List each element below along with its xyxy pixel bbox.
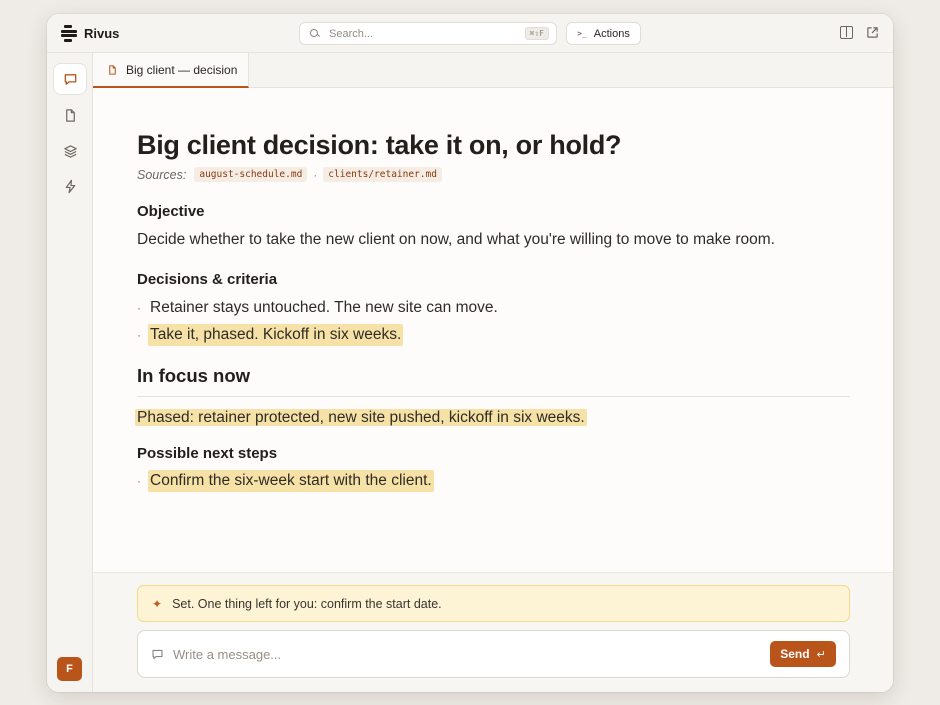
send-button-label: Send (780, 647, 810, 661)
document-view: Big client decision: take it on, or hold… (93, 88, 893, 572)
bolt-icon (65, 179, 75, 193)
list-item: · Take it, phased. Kickoff in six weeks. (137, 324, 850, 346)
search-input[interactable]: Search... (329, 28, 525, 40)
focus-text: Phased: retainer protected, new site pus… (135, 409, 587, 426)
sidebar-item-documents[interactable] (54, 100, 86, 130)
enter-icon: ↵ (816, 648, 826, 661)
list-item: · Retainer stays untouched. The new site… (137, 297, 850, 319)
sources-line: Sources: august-schedule.md · clients/re… (137, 167, 850, 182)
app-name: Rivus (84, 25, 120, 41)
open-external-icon[interactable] (866, 26, 879, 39)
document-icon (65, 108, 75, 122)
app-window: Rivus Search... ⌘⇧F >_ Actions F Big cli… (47, 14, 893, 692)
actions-button-label: Actions (593, 27, 630, 40)
highlighted-decision: Take it, phased. Kickoff in six weeks. (148, 324, 404, 346)
search-icon (310, 28, 320, 39)
sidebar-item-automations[interactable] (54, 171, 86, 201)
notice-text: Set. One thing left for you: confirm the… (172, 596, 442, 611)
list-item: · Confirm the six-week start with the cl… (137, 470, 850, 492)
document-icon (109, 64, 116, 75)
objective-text: Decide whether to take the new client on… (137, 231, 775, 248)
sidebar-item-layers[interactable] (54, 136, 86, 166)
title-bar: Rivus Search... ⌘⇧F >_ Actions (47, 14, 893, 53)
layers-icon (63, 144, 77, 158)
sources-label: Sources: (137, 167, 187, 182)
message-input[interactable] (173, 646, 849, 662)
focus-heading: In focus now (137, 365, 850, 397)
composer-area: ✦ Set. One thing left for you: confirm t… (93, 572, 893, 692)
sidebar: F (47, 53, 93, 692)
search-shortcut-badge: ⌘⇧F (524, 27, 549, 40)
source-separator: · (313, 167, 318, 182)
decision-text: Retainer stays untouched. The new site c… (150, 299, 498, 316)
tab-big-client-decision[interactable]: Big client — decision (93, 53, 249, 88)
tab-bar: Big client — decision (93, 53, 893, 88)
next-step-text: Confirm the six-week start with the clie… (148, 470, 434, 492)
tab-label: Big client — decision (126, 62, 238, 77)
chat-icon (152, 649, 163, 659)
status-notice: ✦ Set. One thing left for you: confirm t… (137, 585, 850, 622)
toggle-panel-icon[interactable] (840, 26, 853, 39)
bullet-dot: · (137, 301, 141, 315)
sparkle-icon: ✦ (152, 596, 163, 611)
brand[interactable]: Rivus (60, 23, 119, 43)
focus-paragraph: Phased: retainer protected, new site pus… (135, 407, 850, 429)
avatar[interactable]: F (57, 657, 82, 681)
decisions-heading: Decisions & criteria (137, 271, 278, 288)
send-button[interactable]: Send ↵ (770, 641, 836, 667)
actions-button[interactable]: >_ Actions (566, 22, 641, 45)
document-content: Big client decision: take it on, or hold… (135, 128, 850, 492)
terminal-icon: >_ (577, 29, 587, 38)
objective-heading: Objective (137, 203, 205, 220)
next-steps-heading: Possible next steps (137, 445, 278, 462)
source-chip[interactable]: clients/retainer.md (323, 167, 442, 182)
search-box[interactable]: Search... ⌘⇧F (299, 22, 557, 45)
sidebar-item-chat[interactable] (54, 64, 86, 94)
message-composer[interactable]: Send ↵ (137, 630, 850, 678)
rivus-logo-icon (60, 24, 78, 42)
chat-icon (64, 73, 76, 85)
source-chip[interactable]: august-schedule.md (194, 167, 308, 182)
page-title: Big client decision: take it on, or hold… (137, 130, 622, 160)
